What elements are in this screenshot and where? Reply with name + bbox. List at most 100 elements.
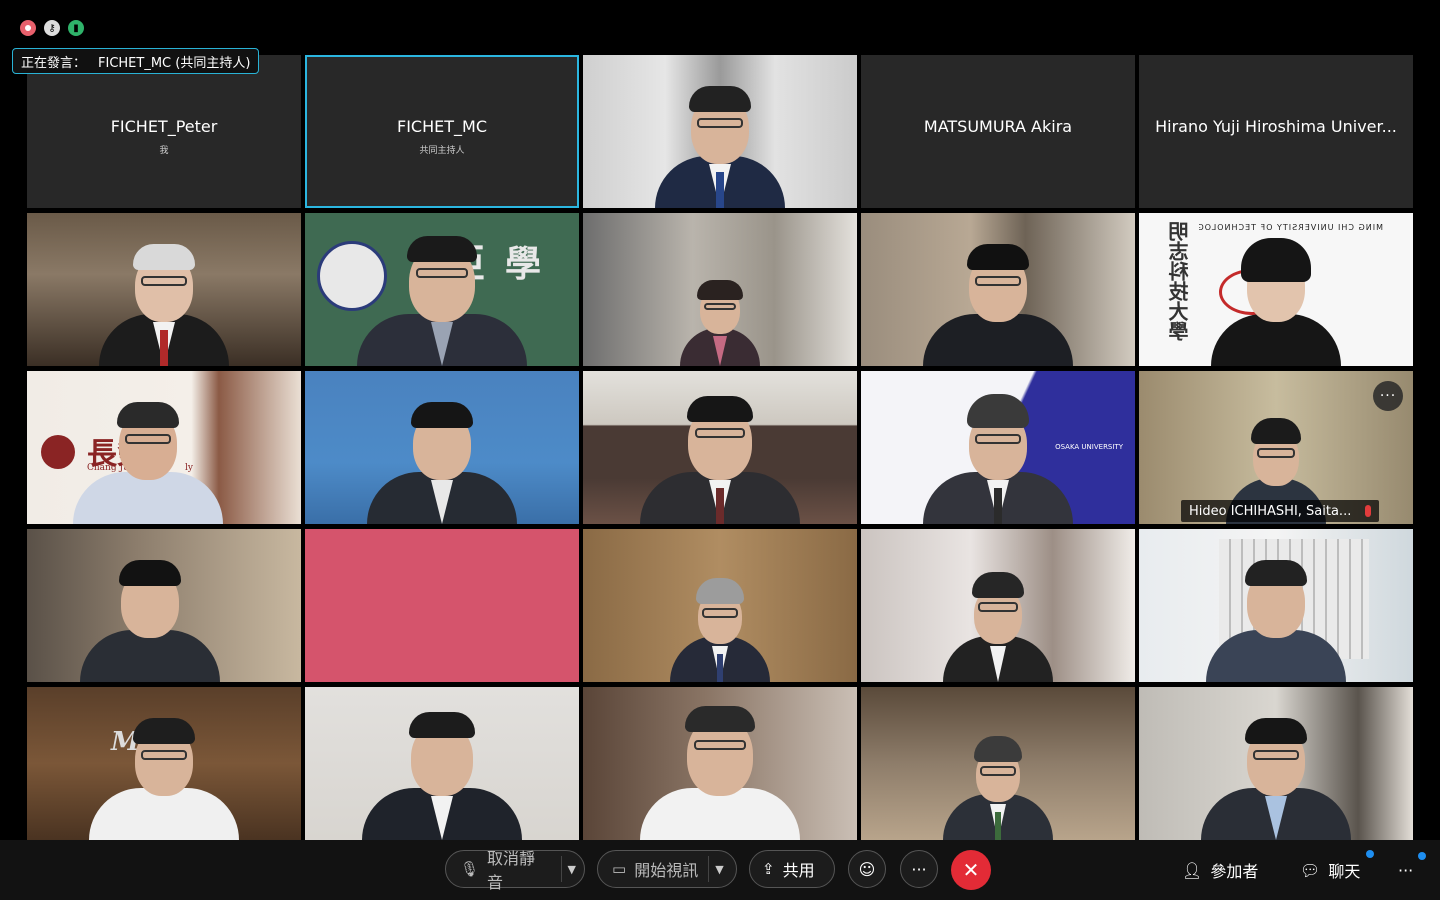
video-feed	[583, 371, 857, 524]
meeting-window: ⚷ ▮ 正在發言： FICHET_MC (共同主持人) FICHET_Peter…	[0, 0, 1440, 900]
participant-video	[923, 216, 1073, 366]
tile-video[interactable]	[583, 55, 857, 208]
tile-video[interactable]	[583, 371, 857, 524]
tile-video[interactable]: Must	[27, 687, 301, 840]
unmute-label: 取消靜音	[487, 849, 536, 892]
share-label: 共用	[782, 861, 815, 880]
video-feed: OSAKA UNIVERSITY	[861, 371, 1135, 524]
participant-video	[938, 720, 1058, 840]
participant-video	[640, 690, 800, 840]
share-button[interactable]: ⇪ 共用	[749, 850, 835, 888]
chat-label: 聊天	[1328, 862, 1361, 881]
tile-video[interactable]	[27, 529, 301, 682]
tile-video[interactable]	[27, 213, 301, 366]
muted-mic-icon	[1365, 505, 1372, 517]
participant-video	[89, 690, 239, 840]
tile-video[interactable]	[305, 529, 579, 682]
tile-video[interactable]	[861, 529, 1135, 682]
participant-video	[357, 216, 527, 366]
reactions-button[interactable]: ☺	[848, 850, 886, 888]
tile-fichet-mc[interactable]: FICHET_MC 共同主持人	[305, 55, 579, 208]
end-meeting-button[interactable]: ✕	[951, 850, 991, 890]
video-off-icon: ▭	[612, 860, 627, 878]
tile-fichet-peter[interactable]: FICHET_Peter 我	[27, 55, 301, 208]
tile-more-button[interactable]: ···	[1373, 381, 1403, 411]
tile-name: Hirano Yuji Hiroshima Univer...	[1155, 117, 1397, 136]
recording-icon[interactable]	[20, 20, 36, 36]
participants-button[interactable]: 👤︎ 參加者	[1182, 856, 1258, 884]
chat-button[interactable]: 💬︎ 聊天	[1300, 856, 1360, 884]
participant-name: Hideo ICHIHASHI, Saita...	[1189, 503, 1352, 519]
share-icon: ⇪	[762, 860, 775, 878]
participant-video	[72, 374, 223, 524]
participant-video	[362, 690, 522, 840]
speaking-name: FICHET_MC (共同主持人)	[98, 55, 251, 71]
video-feed	[305, 529, 579, 682]
tile-name: MATSUMURA Akira	[923, 117, 1073, 136]
chat-icon: 💬︎	[1300, 860, 1321, 880]
participant-video	[933, 552, 1063, 682]
ming-chi-chars: 明志科技大學	[1168, 221, 1192, 341]
video-feed	[27, 529, 301, 682]
video-feed	[305, 371, 579, 524]
participant-video	[665, 256, 775, 366]
chang-jung-logo	[41, 435, 75, 469]
tile-video[interactable]	[305, 371, 579, 524]
video-feed	[1139, 529, 1413, 682]
video-feed	[583, 213, 857, 366]
start-video-button[interactable]: ▭ 開始視訊 ▼	[597, 850, 737, 888]
tile-ichihashi[interactable]: ··· Hideo ICHIHASHI, Saita...	[1139, 371, 1413, 524]
video-feed	[1139, 687, 1413, 840]
chevron-down-icon[interactable]: ▼	[715, 863, 723, 876]
tile-video[interactable]	[1139, 687, 1413, 840]
tile-video[interactable]	[861, 687, 1135, 840]
more-icon: ···	[911, 859, 927, 879]
participant-video	[923, 374, 1073, 524]
video-feed: MING CHI UNIVERSITY OF TECHNOLOGY 明志科技大學	[1139, 213, 1413, 366]
close-icon: ✕	[962, 858, 980, 882]
video-feed	[305, 687, 579, 840]
chat-notification-dot	[1366, 850, 1374, 858]
tile-name: FICHET_Peter	[110, 117, 218, 136]
overflow-icon: ···	[1398, 860, 1414, 880]
tile-video[interactable]	[1139, 529, 1413, 682]
video-feed	[583, 687, 857, 840]
video-feed	[27, 213, 301, 366]
tile-video[interactable]	[583, 529, 857, 682]
tile-video[interactable]	[305, 687, 579, 840]
meeting-toolbar: 🎙︎ 取消靜音 ▼ ▭ 開始視訊 ▼ ⇪ 共用 ☺ ··· ✕ 👤︎ 參加者 💬…	[0, 840, 1440, 900]
more-options-button[interactable]: ···	[900, 850, 938, 888]
status-icons: ⚷ ▮	[20, 20, 84, 36]
participant-video	[367, 374, 517, 524]
signal-icon[interactable]: ▮	[68, 20, 84, 36]
tile-video[interactable]: 亞 學	[305, 213, 579, 366]
participant-video	[75, 532, 225, 682]
tile-role: 我	[159, 146, 169, 156]
tile-video[interactable]: OSAKA UNIVERSITY	[861, 371, 1135, 524]
participant-video	[1201, 216, 1351, 366]
unmute-button[interactable]: 🎙︎ 取消靜音 ▼	[445, 849, 585, 892]
participant-video	[89, 216, 239, 366]
start-video-label: 開始視訊	[634, 861, 699, 880]
tile-video[interactable]	[583, 687, 857, 840]
mic-off-icon: 🎙︎	[460, 860, 480, 878]
key-icon[interactable]: ⚷	[44, 20, 60, 36]
tile-matsumura[interactable]: MATSUMURA Akira	[861, 55, 1135, 208]
participants-label: 參加者	[1210, 862, 1259, 881]
tile-video[interactable]: 長榮 Chang Jung Ch ly	[27, 371, 301, 524]
tile-video[interactable]	[861, 213, 1135, 366]
tile-name: FICHET_MC	[397, 117, 487, 136]
tile-hirano[interactable]: Hirano Yuji Hiroshima Univer...	[1139, 55, 1413, 208]
participant-video	[660, 562, 780, 682]
overflow-button[interactable]: ···	[1398, 856, 1413, 884]
tile-video[interactable]: MING CHI UNIVERSITY OF TECHNOLOGY 明志科技大學	[1139, 213, 1413, 366]
participant-video	[1201, 690, 1351, 840]
participant-video	[645, 58, 795, 208]
participant-video	[1201, 532, 1351, 682]
tile-video[interactable]	[583, 213, 857, 366]
emoji-icon: ☺	[858, 859, 876, 879]
video-feed: 亞 學	[305, 213, 579, 366]
speaking-label: 正在發言：	[21, 55, 87, 71]
chevron-down-icon[interactable]: ▼	[568, 863, 576, 876]
video-feed	[861, 687, 1135, 840]
